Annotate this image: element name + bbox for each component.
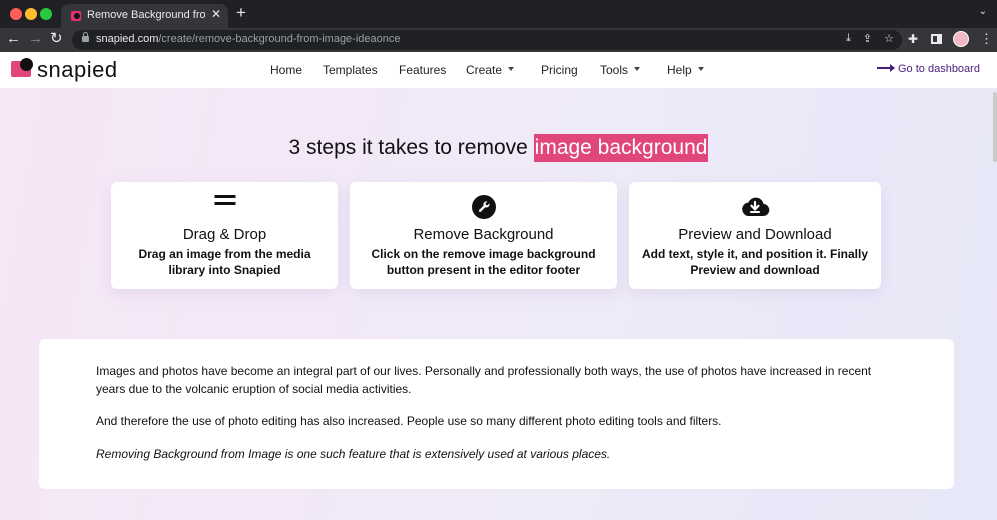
install-app-icon[interactable]: ⤓ [846, 32, 851, 45]
lock-icon[interactable] [82, 32, 89, 42]
back-arrow-icon[interactable]: ← [6, 31, 21, 47]
article-paragraph: And therefore the use of photo editing h… [96, 414, 722, 428]
bookmark-star-icon[interactable]: ☆ [884, 32, 894, 45]
url-text[interactable]: snapied.com/create/remove-background-fro… [96, 33, 401, 45]
step-card-preview-download: Preview and Download Add text, style it,… [629, 182, 881, 289]
window-zoom-button[interactable] [40, 8, 52, 20]
logo-text: snapied [37, 57, 118, 82]
window-close-button[interactable] [10, 8, 22, 20]
step-description: Drag an image from the media library int… [138, 247, 311, 277]
step-title: Preview and Download [678, 226, 832, 243]
window-minimize-button[interactable] [25, 8, 37, 20]
heading-highlight: image background [533, 134, 709, 162]
tab-search-icon[interactable]: ⌄ [979, 6, 987, 17]
cloud-download-icon [740, 195, 770, 222]
tools-chevron-down-icon[interactable] [634, 67, 640, 71]
create-chevron-down-icon[interactable] [508, 67, 514, 71]
site-header: snapied Home Templates Features Create P… [0, 52, 997, 88]
nav-tools[interactable]: Tools [600, 63, 628, 77]
article-paragraph: Images and photos have become an integra… [96, 364, 872, 396]
extensions-puzzle-icon[interactable]: ✚ [908, 33, 920, 45]
browser-menu-icon[interactable]: ⋮ [980, 32, 993, 45]
browser-toolbar: ← → ↻ snapied.com/create/remove-backgrou… [0, 28, 997, 52]
page-content: 3 steps it takes to remove image backgro… [0, 88, 997, 520]
go-to-dashboard-link[interactable]: Go to dashboard [877, 63, 980, 75]
article-panel: Images and photos have become an integra… [39, 339, 954, 489]
nav-templates[interactable]: Templates [323, 63, 378, 77]
tab-title: Remove Background from Image [87, 9, 205, 21]
forward-arrow-icon[interactable]: → [28, 31, 43, 47]
snapied-logo-mark-icon [11, 58, 33, 77]
help-chevron-down-icon[interactable] [698, 67, 704, 71]
arrow-right-icon [877, 64, 895, 73]
step-title: Remove Background [413, 226, 554, 243]
nav-pricing[interactable]: Pricing [541, 63, 578, 77]
wrench-icon [471, 195, 496, 224]
tab-close-icon[interactable]: ✕ [211, 7, 221, 21]
extension-area: ✚ ⋮ [908, 31, 993, 47]
steps-heading: 3 steps it takes to remove image backgro… [0, 134, 997, 162]
nav-home[interactable]: Home [270, 63, 302, 77]
address-bar[interactable]: snapied.com/create/remove-background-fro… [72, 30, 902, 50]
profile-avatar[interactable] [953, 31, 969, 47]
step-card-drag-drop: Drag & Drop Drag an image from the media… [111, 182, 338, 289]
step-description: Click on the remove image background but… [371, 247, 596, 277]
step-card-remove-background: Remove Background Click on the remove im… [350, 182, 617, 289]
share-icon[interactable]: ⇪ [863, 32, 872, 45]
page-scrollbar[interactable] [993, 92, 997, 162]
article-paragraph-italic: Removing Background from Image is one su… [96, 447, 611, 461]
side-panel-icon[interactable] [931, 34, 942, 44]
nav-help[interactable]: Help [667, 63, 692, 77]
new-tab-button[interactable]: + [236, 4, 246, 21]
reload-icon[interactable]: ↻ [50, 31, 63, 47]
nav-features[interactable]: Features [399, 63, 446, 77]
browser-tab[interactable]: Remove Background from Image ✕ [61, 4, 228, 28]
step-description: Add text, style it, and position it. Fin… [641, 247, 869, 277]
equals-icon [214, 195, 235, 205]
step-title: Drag & Drop [182, 226, 267, 243]
snapied-favicon-icon [71, 11, 81, 21]
nav-create[interactable]: Create [466, 63, 502, 77]
omnibox-actions: ⤓ ⇪ ☆ [846, 32, 894, 45]
browser-tab-bar: Remove Background from Image ✕ + ⌄ [0, 0, 997, 28]
